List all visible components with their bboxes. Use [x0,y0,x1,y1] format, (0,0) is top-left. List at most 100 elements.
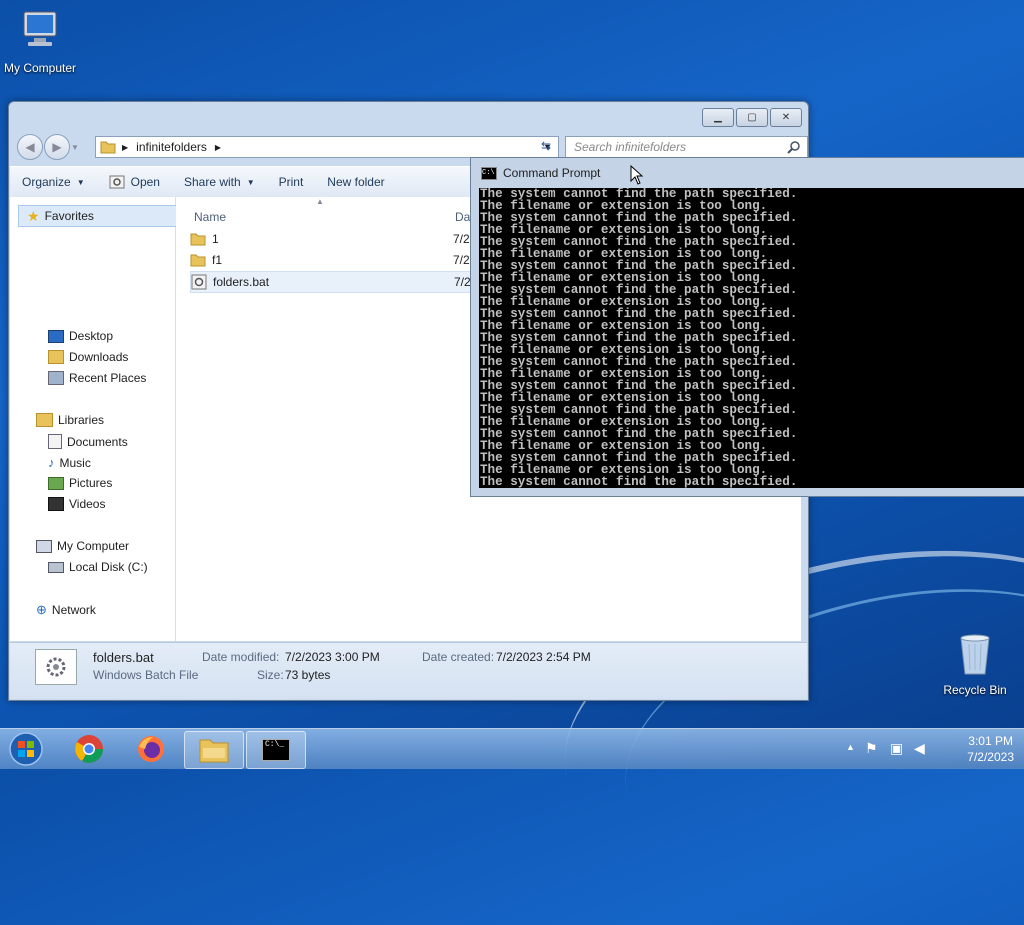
nav-item-music[interactable]: ♪ Music [48,455,91,470]
search-placeholder: Search infinitefolders [574,140,687,154]
maximize-icon: ▢ [747,112,757,123]
organize-label: Organize [22,175,71,189]
network-status-icon[interactable]: ▣ [890,740,903,757]
recent-pages-chevron-icon[interactable]: ▼ [71,143,79,152]
nav-item-favorites[interactable]: ★ Favorites [18,205,178,227]
organize-button[interactable]: Organize ▼ [10,175,97,189]
details-size-label: Size: [257,668,284,682]
file-row-selected[interactable]: folders.bat 7/2 [190,271,477,293]
forward-arrow-icon: ▶ [52,140,62,154]
open-label: Open [130,175,160,189]
close-button[interactable]: ✕ [770,108,802,127]
nav-label: Pictures [69,476,113,490]
folder-icon [190,233,206,246]
taskbar-explorer[interactable] [184,731,244,769]
nav-item-recent-places[interactable]: Recent Places [48,371,146,385]
computer-icon [36,539,52,553]
share-with-label: Share with [183,175,241,189]
nav-item-libraries[interactable]: Libraries [36,413,104,427]
desktop-icon-label: My Computer [3,61,77,75]
clock-time: 3:01 PM [968,734,1013,748]
address-bar[interactable]: ▶ infinitefolders ▶ ▼ [95,136,559,158]
new-folder-button[interactable]: New folder [315,175,396,189]
minimize-button[interactable]: ▁ [702,108,734,127]
chrome-icon [75,735,103,763]
file-row[interactable]: f1 7/2 [190,250,475,270]
taskbar: C:\_ ▲ ⚑ ▣ ◀ 3:01 PM 7/2/2023 [0,728,1024,769]
nav-item-local-disk[interactable]: Local Disk (C:) [48,560,148,574]
nav-item-my-computer[interactable]: My Computer [36,539,129,553]
command-prompt-window: C:\ Command Prompt The system cannot fin… [470,157,1024,497]
breadcrumb-segment[interactable]: infinitefolders [136,140,207,154]
file-row[interactable]: 1 7/2 [190,229,475,249]
details-date-modified-label: Date modified: [202,650,280,664]
clock-date: 7/2/2023 [967,750,1014,764]
back-arrow-icon: ◀ [25,140,35,154]
new-folder-label: New folder [327,175,385,189]
music-note-icon: ♪ [48,455,55,470]
nav-label: Desktop [69,329,114,343]
nav-label: Network [51,603,96,617]
nav-item-downloads[interactable]: Downloads [48,350,128,364]
network-icon: ⊕ [36,602,47,617]
dropdown-arrow-icon: ▼ [76,177,85,187]
nav-label: Recent Places [69,371,147,385]
refresh-button[interactable]: ⇆ [535,136,557,156]
file-name: folders.bat [213,275,270,289]
open-button[interactable]: Open [97,175,172,189]
cmd-console-output[interactable]: The system cannot find the path specifie… [479,188,1024,488]
taskbar-command-prompt[interactable]: C:\_ [246,731,306,769]
nav-item-videos[interactable]: Videos [48,497,105,511]
nav-item-desktop[interactable]: Desktop [48,329,113,343]
file-date: 7/2 [453,232,470,246]
desktop-icon-my-computer[interactable]: My Computer [0,8,80,75]
search-input[interactable]: Search infinitefolders [565,136,808,158]
mouse-cursor-icon [630,165,644,185]
window-controls: ▁ ▢ ✕ [702,108,802,127]
start-button[interactable] [0,731,52,767]
system-clock[interactable]: 3:01 PM 7/2/2023 [967,733,1014,765]
forward-button[interactable]: ▶ [44,134,70,160]
column-header-name[interactable]: Name [194,210,226,224]
nav-label: Music [59,455,91,470]
print-button[interactable]: Print [267,175,316,189]
navigation-pane: ★ Favorites Desktop Downloads Recent Pla… [10,197,178,641]
nav-label: Favorites [44,209,94,223]
breadcrumb-chevron-icon[interactable]: ▶ [122,143,128,152]
details-filetype: Windows Batch File [93,668,199,682]
firefox-icon [138,736,164,762]
desktop-icon [48,329,64,343]
details-date-modified: 7/2/2023 3:00 PM [285,650,380,664]
cmd-title-bar[interactable]: C:\ Command Prompt [471,158,1024,188]
nav-label: My Computer [57,539,130,553]
show-hidden-icons-icon[interactable]: ▲ [846,742,855,752]
refresh-icon: ⇆ [540,139,552,153]
folder-icon [190,254,206,267]
nav-label: Videos [69,497,106,511]
action-center-flag-icon[interactable]: ⚑ [865,740,878,757]
volume-muted-icon[interactable]: ◀ [914,740,925,757]
nav-item-pictures[interactable]: Pictures [48,476,112,490]
nav-item-network[interactable]: ⊕ Network [36,602,96,618]
taskbar-chrome[interactable] [60,731,118,767]
cmd-title: Command Prompt [503,166,601,180]
folder-icon [199,739,229,763]
details-date-created: 7/2/2023 2:54 PM [496,650,591,664]
share-with-button[interactable]: Share with ▼ [172,175,267,189]
back-button[interactable]: ◀ [17,134,43,160]
documents-icon [48,434,62,449]
breadcrumb-chevron-icon[interactable]: ▶ [215,143,221,152]
maximize-button[interactable]: ▢ [736,108,768,127]
file-date: 7/2 [453,253,470,267]
star-icon: ★ [27,207,40,224]
file-date: 7/2 [454,275,471,289]
drive-icon [48,561,64,573]
desktop-icon-recycle-bin[interactable]: Recycle Bin [935,630,1015,697]
close-icon: ✕ [781,112,791,123]
batch-file-icon [35,649,77,685]
taskbar-firefox[interactable] [122,731,180,767]
nav-item-documents[interactable]: Documents [48,434,128,449]
file-name: f1 [212,253,223,267]
nav-label: Libraries [58,413,105,427]
nav-label: Documents [67,434,128,449]
